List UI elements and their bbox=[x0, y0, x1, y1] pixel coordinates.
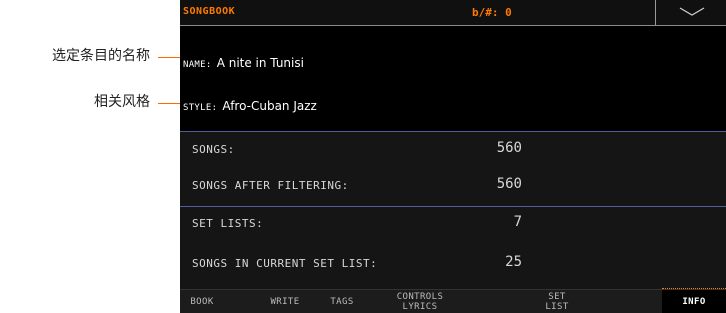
songs-in-set-list-value: 25 bbox=[505, 254, 522, 270]
songs-label: SONGS: bbox=[192, 143, 235, 156]
callout-related-style: 相关风格 bbox=[94, 94, 150, 110]
songs-in-set-list-label: SONGS IN CURRENT SET LIST: bbox=[192, 257, 378, 270]
set-list-stats: SET LISTS: 7 SONGS IN CURRENT SET LIST: … bbox=[180, 207, 726, 289]
tab-info[interactable]: INFO bbox=[662, 288, 726, 313]
header-bar: SONGBOOK b/#: 0 bbox=[180, 0, 726, 26]
page-title: SONGBOOK bbox=[183, 6, 236, 17]
name-field: NAME: A nite in Tunisi bbox=[183, 52, 304, 71]
songs-value: 560 bbox=[496, 140, 522, 156]
tab-tags-label: TAGS bbox=[330, 296, 354, 307]
callout-line-style bbox=[158, 103, 182, 104]
tab-book[interactable]: BOOK bbox=[180, 290, 224, 313]
tab-set-list[interactable]: SET LIST bbox=[532, 290, 582, 313]
page-menu-button[interactable] bbox=[655, 0, 726, 25]
callout-line-name bbox=[158, 57, 182, 58]
name-value: A nite in Tunisi bbox=[216, 56, 304, 70]
songs-after-filtering-value: 560 bbox=[496, 176, 522, 192]
tab-controls-label: CONTROLS bbox=[396, 291, 444, 302]
tab-book-label: BOOK bbox=[190, 296, 214, 307]
name-label: NAME: bbox=[183, 60, 212, 70]
style-field: STYLE: Afro-Cuban Jazz bbox=[183, 95, 317, 114]
songbook-screen: SONGBOOK b/#: 0 NAME: A nite in Tunisi S… bbox=[180, 0, 726, 313]
style-value: Afro-Cuban Jazz bbox=[222, 99, 317, 113]
entry-info-panel: NAME: A nite in Tunisi STYLE: Afro-Cuban… bbox=[180, 26, 726, 130]
tab-list-label: LIST bbox=[545, 301, 569, 312]
songs-after-filtering-label: SONGS AFTER FILTERING: bbox=[192, 179, 349, 192]
tab-set-label: SET bbox=[548, 291, 566, 302]
set-lists-value: 7 bbox=[513, 214, 522, 230]
tab-tags[interactable]: TAGS bbox=[320, 290, 364, 313]
callout-selected-name: 选定条目的名称 bbox=[52, 48, 150, 64]
tab-write[interactable]: WRITE bbox=[260, 290, 310, 313]
songs-stats: SONGS: 560 SONGS AFTER FILTERING: 560 bbox=[180, 132, 726, 206]
transpose-indicator[interactable]: b/#: 0 bbox=[472, 6, 512, 19]
tab-write-label: WRITE bbox=[270, 296, 300, 307]
tab-lyrics-label: LYRICS bbox=[402, 301, 438, 312]
tab-controls-lyrics[interactable]: CONTROLS LYRICS bbox=[384, 290, 456, 313]
chevron-down-icon bbox=[679, 7, 705, 16]
tab-bar: BOOK WRITE TAGS CONTROLS LYRICS SET LIST… bbox=[180, 288, 726, 313]
tab-info-label: INFO bbox=[682, 296, 706, 307]
set-lists-label: SET LISTS: bbox=[192, 217, 264, 230]
style-label: STYLE: bbox=[183, 103, 218, 113]
